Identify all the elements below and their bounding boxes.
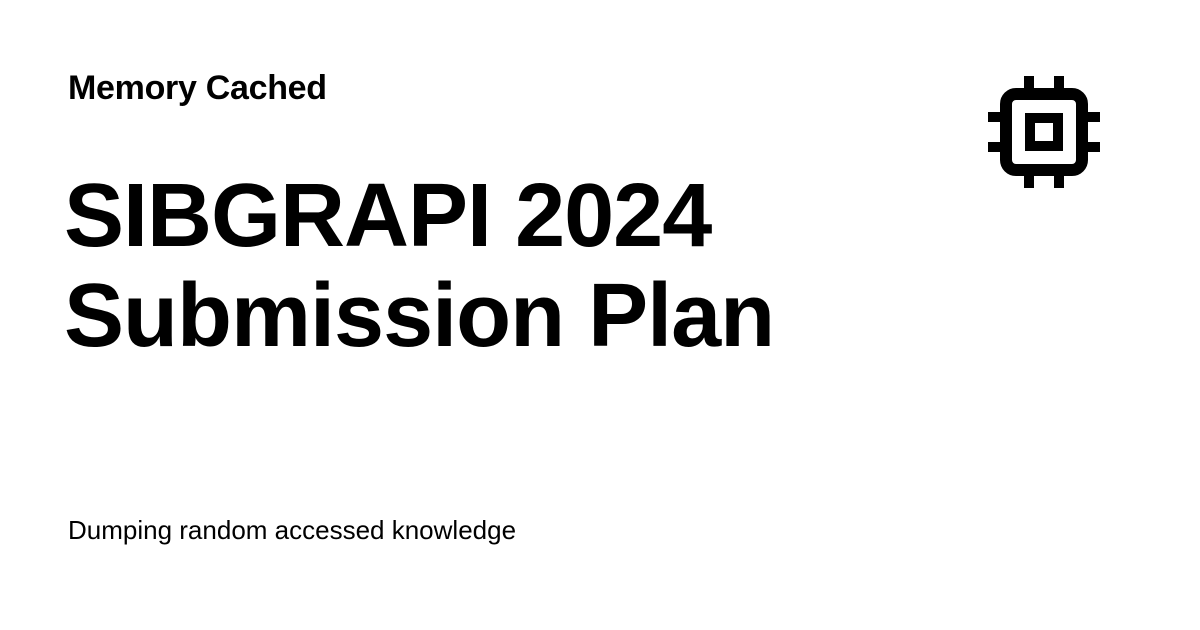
site-tagline: Dumping random accessed knowledge [68, 515, 517, 545]
cpu-chip-icon [988, 76, 1100, 188]
post-title-line-2: Submission Plan [64, 266, 775, 366]
post-title-line-1: SIBGRAPI 2024 [64, 166, 712, 266]
post-title: SIBGRAPI 2024 Submission Plan [64, 166, 924, 366]
og-card: Memory Cached SIBGRAPI 2024 Submission P… [0, 0, 1200, 630]
site-name: Memory Cached [68, 69, 327, 107]
